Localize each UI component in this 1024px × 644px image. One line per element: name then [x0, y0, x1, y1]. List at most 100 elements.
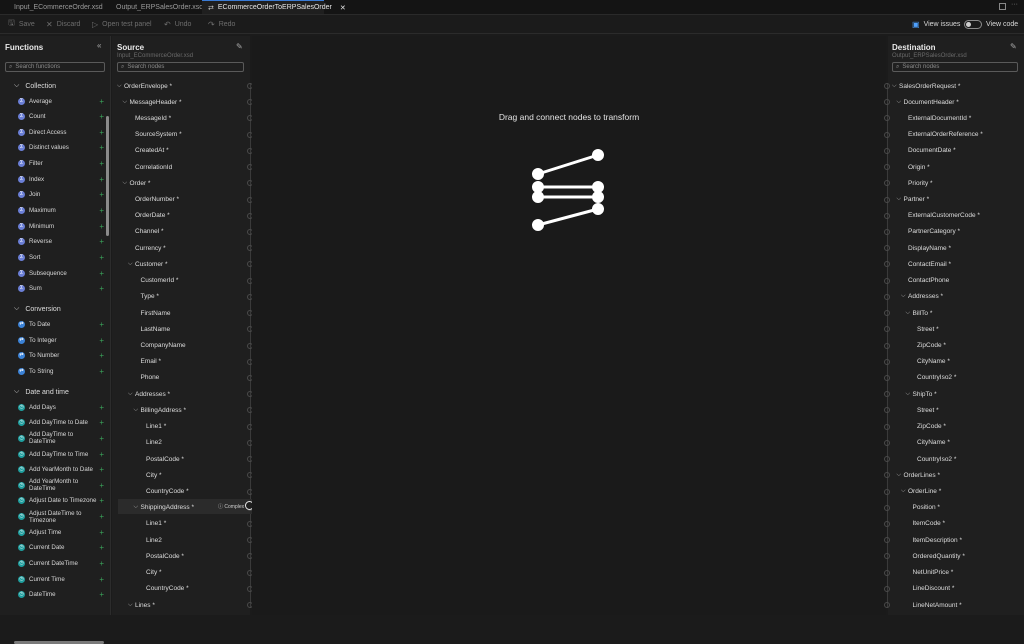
source-tree-node[interactable]: OrderDate *	[128, 210, 170, 222]
node-connector[interactable]	[884, 374, 890, 381]
destination-tree-node[interactable]: CityName *	[910, 356, 950, 368]
node-connector[interactable]	[884, 212, 890, 219]
source-tree-node[interactable]: Line1 *	[139, 518, 166, 530]
source-tree-node[interactable]: Currency *	[128, 242, 166, 254]
function-item[interactable]: ⇄ To Date +	[18, 317, 104, 331]
destination-tree-node[interactable]: ⌵ Addresses *	[901, 291, 943, 303]
function-item[interactable]: Σ Distinct values +	[18, 141, 104, 155]
node-connector[interactable]	[884, 520, 890, 527]
source-tree-node[interactable]: Phone	[134, 372, 160, 384]
function-item[interactable]: ◷ Adjust Date to Timezone +	[18, 494, 104, 508]
chevron-down-icon[interactable]: ⌵	[906, 391, 913, 398]
destination-tree-node[interactable]: ExternalDocumentId *	[901, 112, 971, 124]
function-item[interactable]: ◷ Current Time +	[18, 572, 104, 586]
chevron-down-icon[interactable]: ⌵	[134, 504, 141, 511]
destination-tree-node[interactable]: ZipCode *	[910, 340, 946, 352]
chevron-down-icon[interactable]: ⌵	[123, 99, 130, 106]
function-item[interactable]: ◷ Add Days +	[18, 400, 104, 414]
destination-tree-node[interactable]: LineNetAmount *	[906, 599, 962, 611]
node-connector[interactable]	[884, 228, 890, 235]
destination-tree-node[interactable]: ⌵ SalesOrderRequest *	[892, 80, 960, 92]
chevron-down-icon[interactable]: ⌵	[134, 407, 141, 414]
add-function-icon[interactable]: +	[99, 269, 104, 278]
destination-tree-node[interactable]: ItemCode *	[906, 518, 946, 530]
add-function-icon[interactable]: +	[99, 575, 104, 584]
add-function-icon[interactable]: +	[99, 112, 104, 121]
function-item[interactable]: ◷ Add YearMonth to Date +	[18, 463, 104, 477]
function-item[interactable]: ◷ Add DayTime to Time +	[18, 447, 104, 461]
destination-tree-node[interactable]: Street *	[910, 323, 939, 335]
open-test-panel-button[interactable]: ▷ Open test panel	[92, 15, 152, 33]
toggle-switch[interactable]	[964, 19, 982, 29]
source-tree-node[interactable]: ⌵ Lines *	[128, 599, 155, 611]
source-tree-node[interactable]: CountryCode *	[139, 486, 189, 498]
node-connector[interactable]	[884, 131, 890, 138]
add-function-icon[interactable]: +	[99, 336, 104, 345]
add-function-icon[interactable]: +	[99, 351, 104, 360]
add-function-icon[interactable]: +	[99, 543, 104, 552]
destination-tree-node[interactable]: NetUnitPrice *	[906, 567, 954, 579]
function-item[interactable]: ◷ Current Date +	[18, 541, 104, 555]
chevron-down-icon[interactable]: ⌵	[901, 293, 908, 300]
function-item[interactable]: ◷ DateTime +	[18, 588, 104, 602]
source-tree-node[interactable]: City *	[139, 567, 162, 579]
destination-tree-node[interactable]: ContactEmail *	[901, 258, 951, 270]
chevron-down-icon[interactable]: ⌵	[117, 83, 124, 90]
source-tree-node[interactable]: Line1 *	[139, 421, 166, 433]
split-editor-icon[interactable]	[999, 3, 1006, 10]
edit-icon[interactable]: ✎	[1010, 42, 1017, 51]
chevron-down-icon[interactable]: ⌵	[128, 602, 135, 609]
node-connector[interactable]	[884, 439, 890, 446]
node-connector[interactable]	[884, 569, 890, 576]
source-tree-node[interactable]: CountryCode *	[139, 583, 189, 595]
source-tree-node[interactable]: SourceSystem *	[128, 129, 182, 141]
destination-tree-node[interactable]: CityName *	[910, 437, 950, 449]
close-icon[interactable]: ✕	[340, 4, 346, 12]
destination-tree-node[interactable]: ⌵ Partner *	[897, 194, 930, 206]
node-connector[interactable]	[884, 602, 890, 609]
add-function-icon[interactable]: +	[99, 450, 104, 459]
source-tree-node[interactable]: ⌵ Addresses *	[128, 388, 170, 400]
add-function-icon[interactable]: +	[99, 128, 104, 137]
node-connector[interactable]	[884, 342, 890, 349]
node-connector[interactable]	[884, 423, 890, 430]
node-connector[interactable]	[884, 488, 890, 495]
chevron-down-icon[interactable]: ⌵	[892, 83, 899, 90]
function-item[interactable]: Σ Reverse +	[18, 235, 104, 249]
destination-tree-node[interactable]: Street *	[910, 404, 939, 416]
function-item[interactable]: Σ Sum +	[18, 282, 104, 296]
chevron-down-icon[interactable]: ⌵	[897, 99, 904, 106]
function-item[interactable]: Σ Sort +	[18, 251, 104, 265]
search-source-input[interactable]: ⌕ Search nodes	[117, 62, 244, 72]
destination-tree-node[interactable]: LineDiscount *	[906, 583, 955, 595]
search-destination-input[interactable]: ⌕ Search nodes	[892, 62, 1018, 72]
node-connector[interactable]	[884, 83, 890, 89]
source-tree-node[interactable]: Channel *	[128, 226, 164, 238]
function-item[interactable]: Σ Index +	[18, 172, 104, 186]
destination-tree-node[interactable]: ⌵ BillTo *	[906, 307, 933, 319]
add-function-icon[interactable]: +	[99, 434, 104, 443]
edit-icon[interactable]: ✎	[236, 42, 243, 51]
add-function-icon[interactable]: +	[99, 253, 104, 262]
destination-tree-node[interactable]: CountryIso2 *	[910, 453, 956, 465]
source-tree-node[interactable]: ⌵ MessageHeader *	[123, 96, 182, 108]
function-item[interactable]: ◷ Current DateTime +	[18, 557, 104, 571]
destination-tree-node[interactable]: ⌵ DocumentHeader *	[897, 96, 959, 108]
source-tree-node[interactable]: CompanyName	[134, 340, 186, 352]
function-item[interactable]: ◷ Add YearMonth to DateTime +	[18, 478, 104, 492]
node-connector[interactable]	[884, 277, 890, 284]
function-item[interactable]: Σ Filter +	[18, 157, 104, 171]
destination-tree-node[interactable]: ⌵ OrderLine *	[901, 486, 941, 498]
add-function-icon[interactable]: +	[99, 418, 104, 427]
destination-tree-node[interactable]: DisplayName *	[901, 242, 951, 254]
source-tree-node[interactable]: ⌵ ShippingAddress *	[134, 502, 194, 514]
add-function-icon[interactable]: +	[99, 97, 104, 106]
destination-tree-node[interactable]: OrderedQuantity *	[906, 550, 965, 562]
destination-tree-node[interactable]: ⌵ OrderLines *	[897, 469, 941, 481]
source-tree-node[interactable]: City *	[139, 469, 162, 481]
destination-tree-node[interactable]: Position *	[906, 502, 940, 514]
source-tree-node[interactable]: CorrelationId	[128, 161, 172, 173]
function-item[interactable]: ◷ Adjust DateTime to Timezone +	[18, 510, 104, 524]
function-group-header[interactable]: ⌵ Conversion	[14, 305, 61, 313]
function-item[interactable]: Σ Subsequence +	[18, 266, 104, 280]
